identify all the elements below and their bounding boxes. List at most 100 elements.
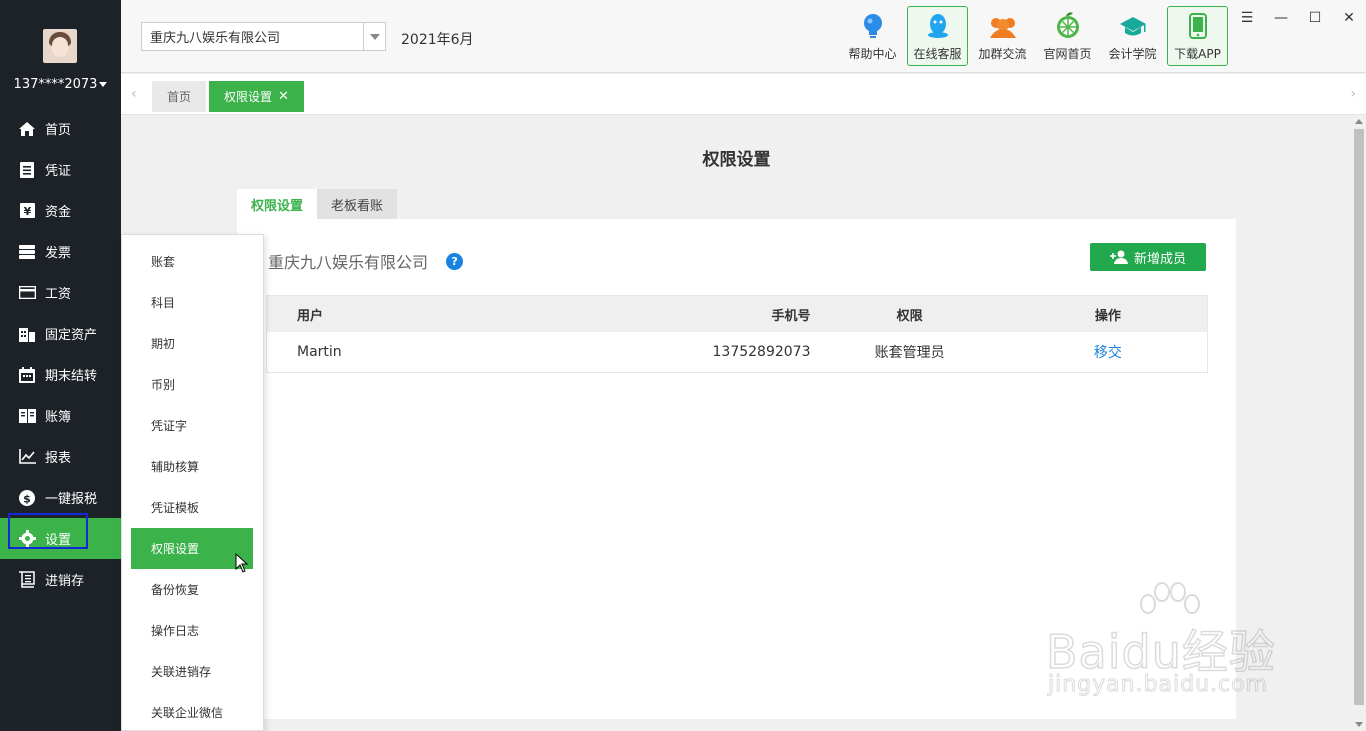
maximize-icon[interactable]: ☐ [1298,8,1332,28]
user-account-menu[interactable]: 137****2073 [0,77,121,92]
sidebar-item-home[interactable]: 首页 [0,108,121,149]
sidebar-item-label: 凭证 [45,164,72,179]
sidebar-item-label: 发票 [45,246,72,261]
online-service-button[interactable]: 在线客服 [907,6,968,66]
sidebar-item-label: 设置 [45,533,72,548]
tool-label: 官网首页 [1043,47,1092,61]
tab-boss-view[interactable]: 老板看账 [317,189,398,219]
close-icon[interactable]: ✕ [1332,8,1366,28]
vertical-scrollbar[interactable] [1352,115,1366,731]
sidebar-item-settings[interactable]: 设置 [0,518,121,559]
cart-icon [18,570,36,589]
company-select-value: 重庆九八娱乐有限公司 [150,31,281,46]
submenu-item-voucher-template[interactable]: 凭证模板 [122,487,263,528]
sidebar-item-reports[interactable]: 报表 [0,436,121,477]
submenu-item-link-inventory[interactable]: 关联进销存 [122,651,263,692]
tab-permission-settings[interactable]: 权限设置 ✕ [209,81,304,112]
scroll-down-icon[interactable] [1355,722,1363,727]
col-action: 操作 [1094,308,1121,324]
dollar-icon: $ [18,489,36,507]
mouse-cursor-icon [235,553,249,573]
inner-tabs: 权限设置 老板看账 [237,189,398,219]
tab-label: 权限设置 [224,90,273,104]
join-group-button[interactable]: 加群交流 [972,6,1033,66]
tab-home[interactable]: 首页 [152,81,207,112]
tab-label: 首页 [167,90,192,104]
download-app-button[interactable]: 下载APP [1167,6,1228,66]
sidebar-item-label: 报表 [45,451,72,466]
scrollbar-thumb[interactable] [1354,129,1364,705]
chevron-down-icon[interactable] [363,23,385,50]
add-member-label: 新增成员 [1133,251,1186,267]
table-header: 用户 手机号 权限 操作 [267,296,1207,332]
page-title: 权限设置 [702,150,771,170]
submenu-item-backup[interactable]: 备份恢复 [122,569,263,610]
sidebar-item-label: 资金 [45,205,72,220]
menu-icon[interactable]: ☰ [1230,8,1264,28]
submenu-item-auxiliary[interactable]: 辅助核算 [122,446,263,487]
page-tab-strip: ‹ 首页 权限设置 ✕ › [121,74,1366,115]
col-permission: 权限 [896,308,923,324]
transfer-link[interactable]: 移交 [1094,345,1122,361]
panel-company-name: 重庆九八娱乐有限公司 ? [268,249,464,273]
yen-icon: ¥ [18,202,36,220]
submenu-item-currency[interactable]: 币别 [122,364,263,405]
help-center-button[interactable]: 帮助中心 [842,6,903,66]
minimize-icon[interactable]: — [1264,8,1298,28]
submenu-item-link-wecom[interactable]: 关联企业微信 [122,692,263,731]
user-phone: 137****2073 [13,77,98,92]
sidebar: 137****2073 首页 凭证 ¥ 资金 发票 工资 固定资产 期末结转 账… [0,0,121,731]
building-icon [18,325,36,343]
close-tab-icon[interactable]: ✕ [278,89,289,104]
book-icon [18,407,36,425]
sidebar-item-tax[interactable]: $ 一键报税 [0,477,121,518]
chevron-right-icon[interactable]: › [1350,86,1356,102]
svg-text:$: $ [23,492,31,505]
submenu-item-subjects[interactable]: 科目 [122,282,263,323]
submenu-item-operation-log[interactable]: 操作日志 [122,610,263,651]
sidebar-item-label: 期末结转 [45,369,98,384]
chevron-left-icon[interactable]: ‹ [131,86,137,102]
sidebar-item-funds[interactable]: ¥ 资金 [0,190,121,231]
settings-submenu: 账套 科目 期初 币别 凭证字 辅助核算 凭证模板 权限设置 备份恢复 操作日志… [121,234,264,731]
submenu-item-opening[interactable]: 期初 [122,323,263,364]
home-icon [18,120,36,138]
sidebar-item-inventory[interactable]: 进销存 [0,559,121,600]
sidebar-item-label: 固定资产 [45,328,98,343]
calendar-icon [18,366,36,384]
submenu-item-voucher-word[interactable]: 凭证字 [122,405,263,446]
sidebar-item-period-close[interactable]: 期末结转 [0,354,121,395]
tool-label: 帮助中心 [848,47,897,61]
orange-icon [1056,12,1079,38]
phone-icon [1188,13,1207,39]
cell-action: 移交 [1009,342,1207,362]
accounting-period[interactable]: 2021年6月 [401,29,474,49]
cell-phone: 13752892073 [712,344,811,360]
sidebar-item-invoice[interactable]: 发票 [0,231,121,272]
scroll-up-icon[interactable] [1355,119,1363,124]
accounting-academy-button[interactable]: 会计学院 [1102,6,1163,66]
sidebar-item-label: 工资 [45,287,72,302]
tool-label: 会计学院 [1108,47,1157,61]
graduation-icon [1119,17,1146,36]
official-site-button[interactable]: 官网首页 [1037,6,1098,66]
submenu-item-account-set[interactable]: 账套 [122,241,263,282]
members-table: 用户 手机号 权限 操作 Martin 13752892073 账套管理员 移交 [266,295,1208,373]
toolbar: 帮助中心 在线客服 加群交流 官网首页 会计学院 下载APP [842,6,1232,68]
tool-label: 下载APP [1174,47,1221,61]
sidebar-item-fixed-assets[interactable]: 固定资产 [0,313,121,354]
avatar[interactable] [43,29,77,63]
company-select[interactable]: 重庆九八娱乐有限公司 [141,22,386,51]
add-member-button[interactable]: 新增成员 [1090,243,1206,271]
sidebar-item-voucher[interactable]: 凭证 [0,149,121,190]
watermark-subtext: jingyan.baidu.com [1047,672,1269,698]
sidebar-item-ledger[interactable]: 账簿 [0,395,121,436]
cell-user: Martin [297,344,342,360]
svg-text:¥: ¥ [23,205,31,218]
sidebar-item-label: 进销存 [45,574,85,589]
help-icon[interactable]: ? [446,252,464,270]
tab-permissions[interactable]: 权限设置 [237,189,318,219]
col-phone: 手机号 [771,308,811,324]
sidebar-nav: 首页 凭证 ¥ 资金 发票 工资 固定资产 期末结转 账簿 报表 $ 一键报税 … [0,108,121,600]
sidebar-item-salary[interactable]: 工资 [0,272,121,313]
